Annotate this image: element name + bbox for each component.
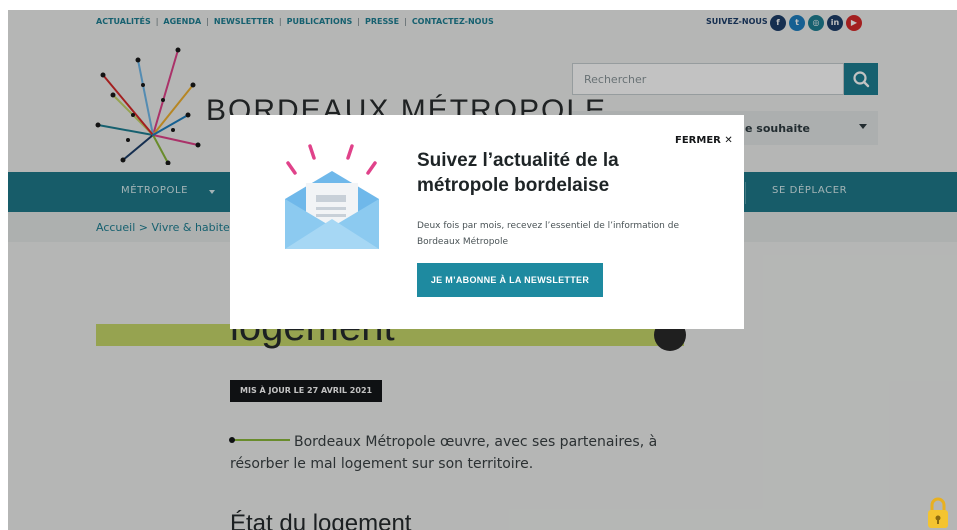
subscribe-newsletter-button[interactable]: JE M’ABONNE À LA NEWSLETTER xyxy=(417,263,603,297)
modal-description: Deux fois par mois, recevez l’essentiel … xyxy=(417,221,680,247)
newsletter-modal: FERMER ✕ Suivez l’actualité de la métrop… xyxy=(230,115,744,329)
close-button[interactable]: FERMER ✕ xyxy=(675,135,733,146)
page: ACTUALITÉS | AGENDA | NEWSLETTER | PUBLICATION… xyxy=(8,10,957,530)
modal-title: Suivez l’actualité de la métropole borde… xyxy=(417,150,619,196)
lock-icon[interactable] xyxy=(925,496,951,530)
newsletter-envelope-icon xyxy=(285,144,379,249)
